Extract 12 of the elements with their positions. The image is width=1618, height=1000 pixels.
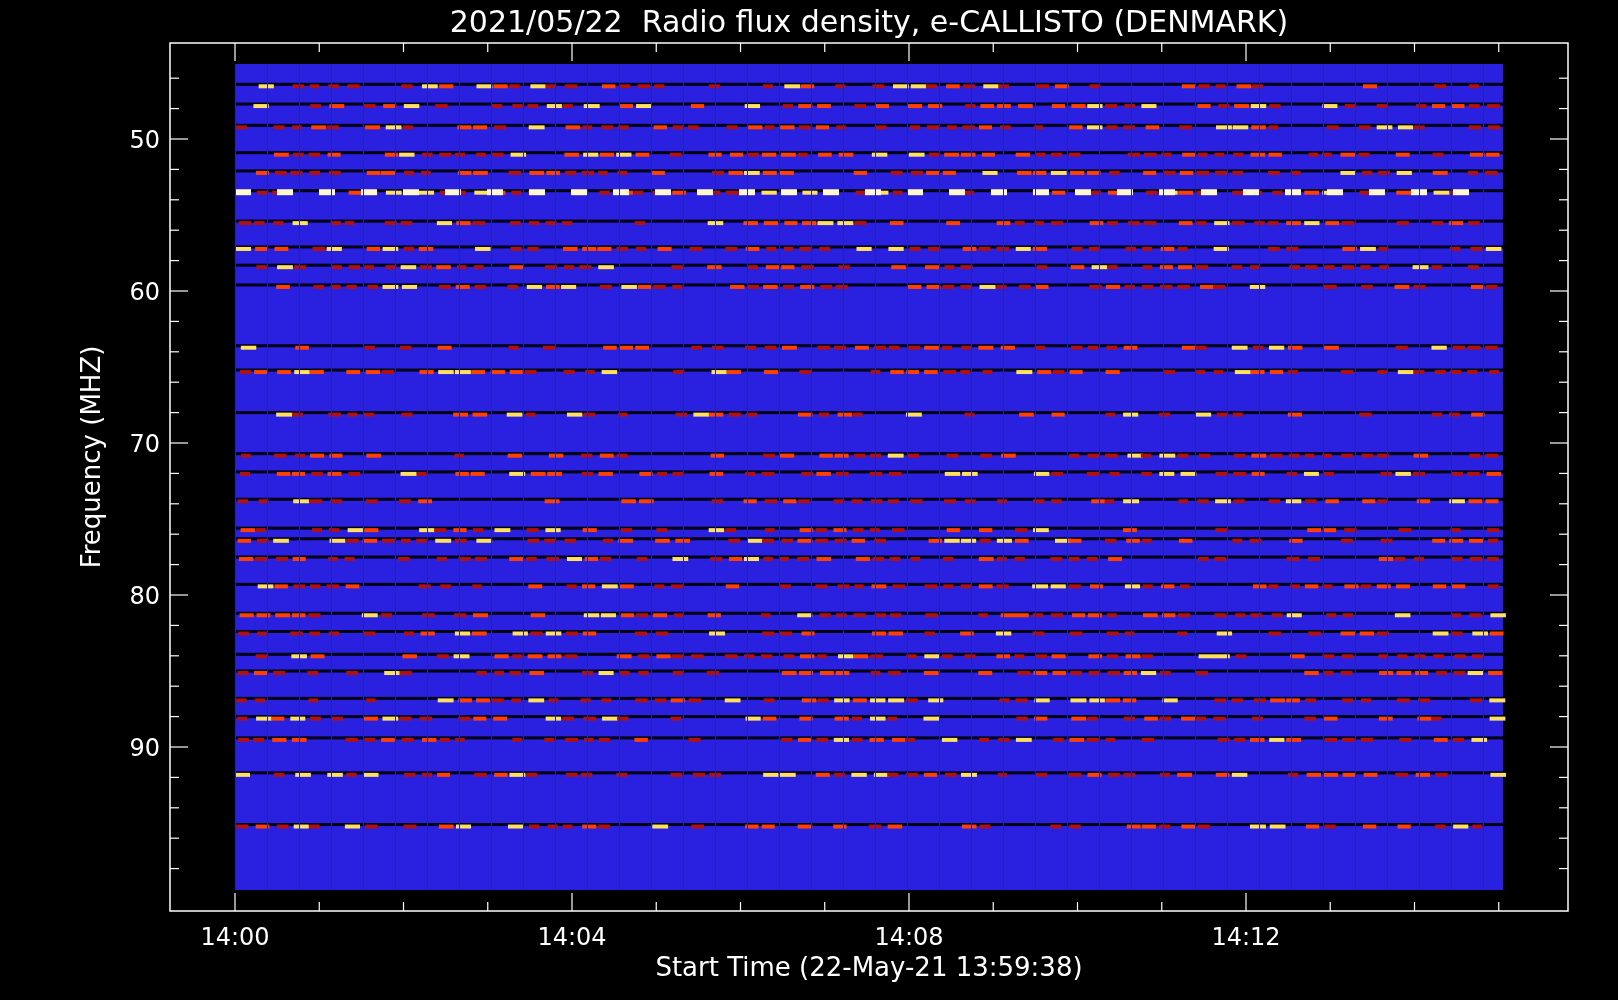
y-tick-label: 70 (129, 430, 160, 458)
y-axis-label: Frequency (MHZ) (76, 345, 106, 569)
x-tick-label: 14:04 (537, 923, 607, 951)
x-tick-label: 14:08 (874, 923, 944, 951)
y-tick-label: 50 (129, 126, 160, 154)
x-tick-label: 14:00 (200, 923, 270, 951)
x-tick-label: 14:12 (1211, 923, 1281, 951)
y-tick-label: 80 (129, 582, 160, 610)
y-tick-label: 90 (129, 734, 160, 762)
chart-title: 2021/05/22 Radio flux density, e-CALLISTO (DENMARK) (449, 4, 1289, 39)
y-tick-label: 60 (129, 278, 160, 306)
x-axis-label: Start Time (22-May-21 13:59:38) (655, 952, 1083, 982)
